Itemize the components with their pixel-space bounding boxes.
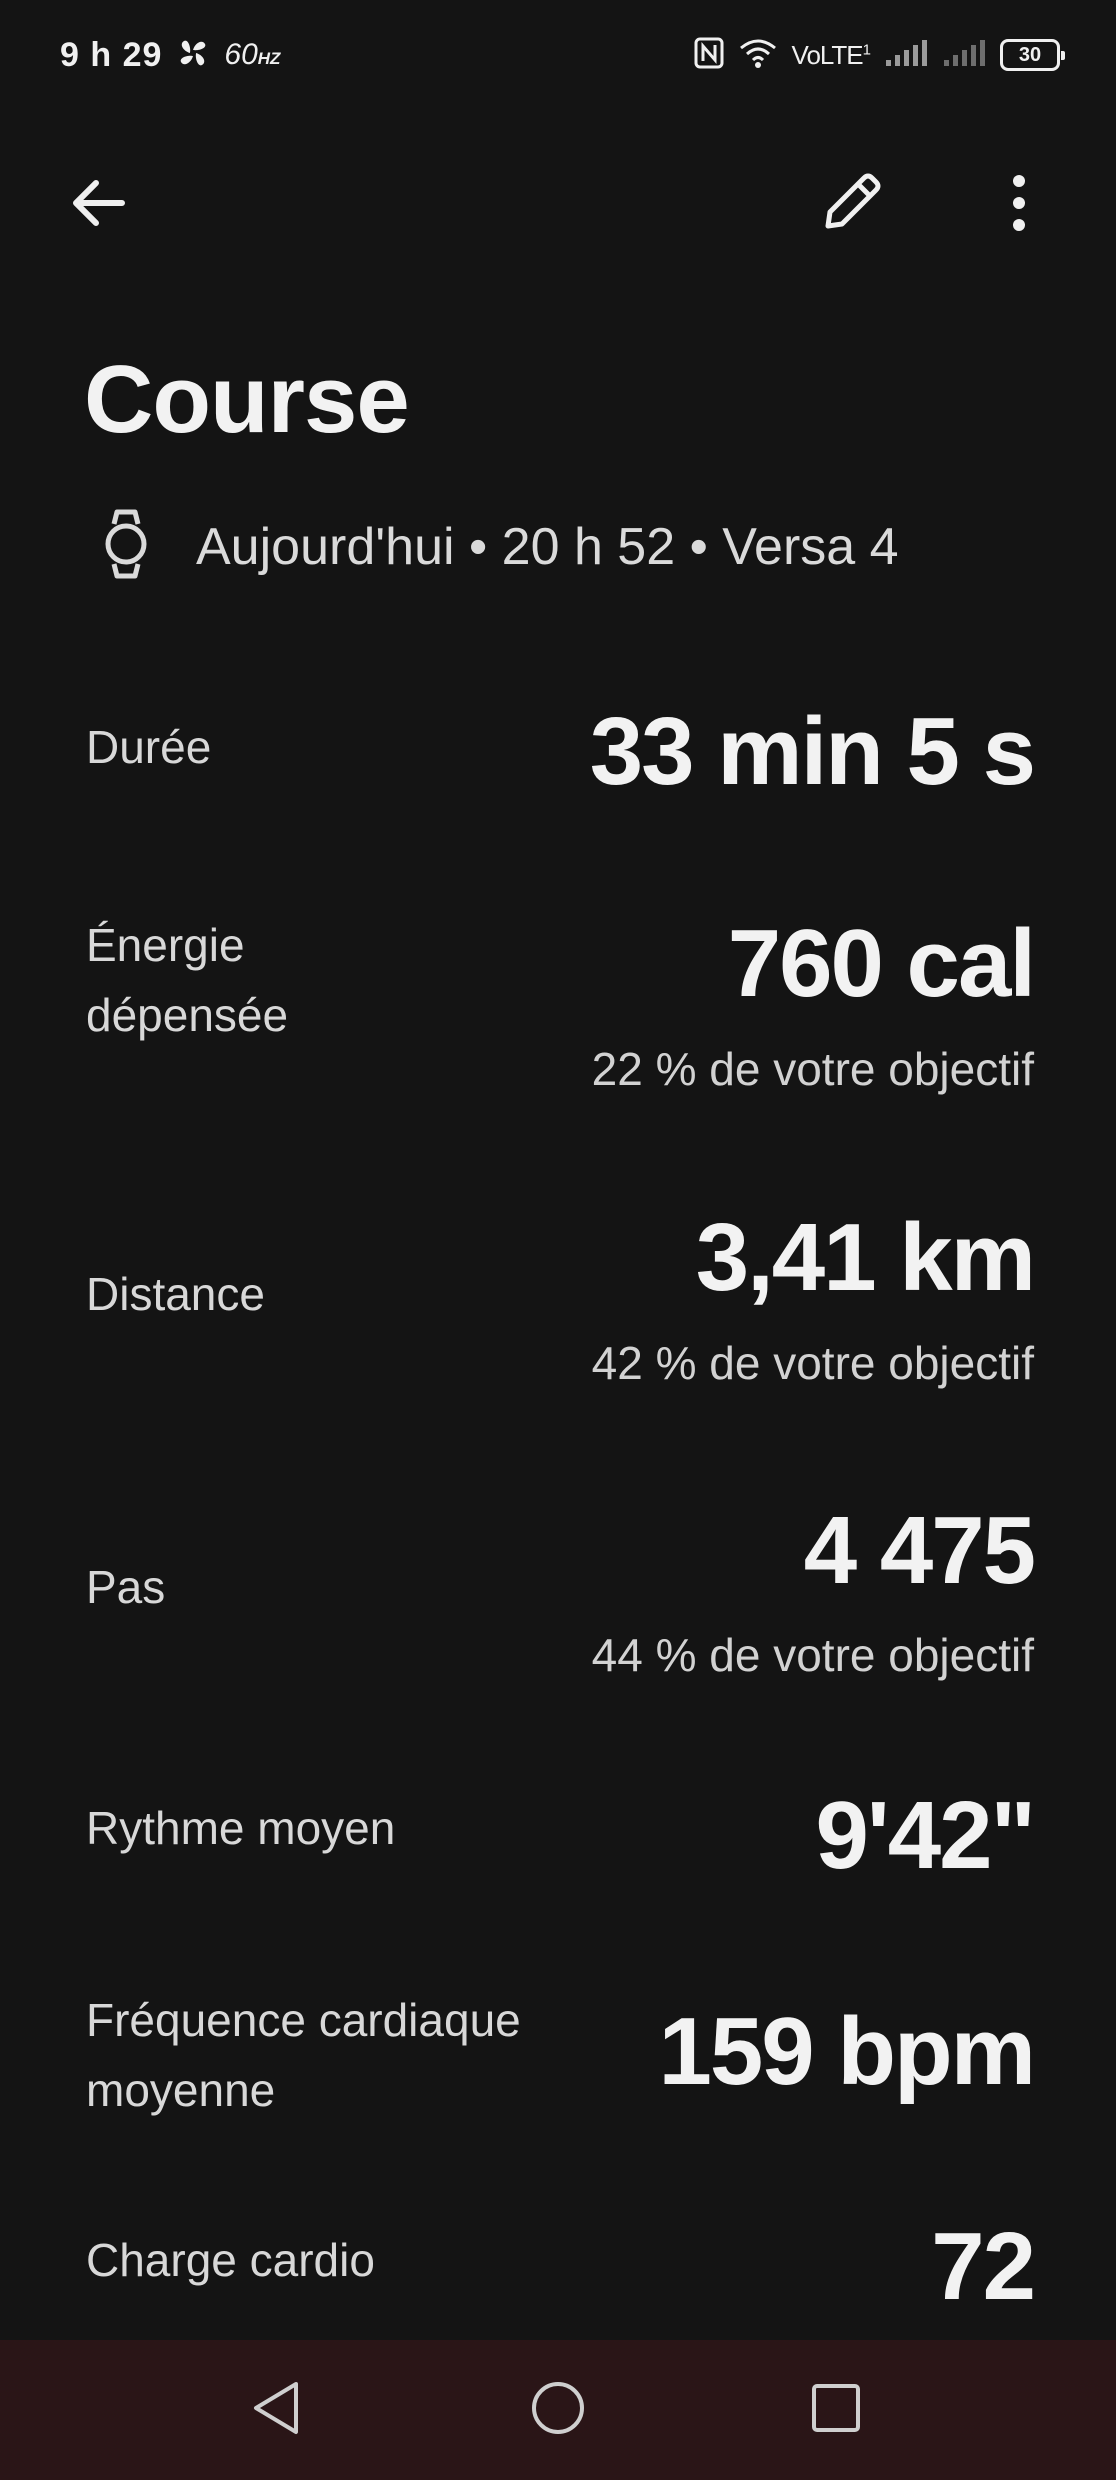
- metric-average-pace: Rythme moyen 9'42": [86, 1782, 1036, 1910]
- metric-value: 760 cal: [727, 910, 1036, 1017]
- arrow-left-icon: [66, 171, 130, 240]
- metric-value: 4 475: [803, 1497, 1036, 1604]
- nfc-icon: [694, 37, 724, 74]
- metric-energy: Énergie dépensée 760 cal 22 % de votre o…: [86, 910, 1036, 1110]
- metric-average-heart-rate: Fréquence cardiaque moyenne 159 bpm: [86, 1985, 1036, 2135]
- status-left: 9 h 29 60HZ: [60, 30, 280, 80]
- wifi-icon: [738, 36, 778, 75]
- metric-goal-progress: 22 % de votre objectif: [591, 1043, 1034, 1095]
- metric-cardio-load: Charge cardio 72: [86, 2219, 1036, 2335]
- triangle-back-icon: [248, 2378, 304, 2443]
- subtitle-row: Aujourd'hui • 20 h 52 • Versa 4: [96, 508, 899, 585]
- circle-home-icon: [528, 2378, 588, 2443]
- system-navigation-bar: [0, 2340, 1116, 2480]
- status-right: VoLTE1 30: [694, 30, 1065, 80]
- signal-icon-sim1: [884, 38, 928, 73]
- workout-subtitle: Aujourd'hui • 20 h 52 • Versa 4: [196, 517, 899, 576]
- metric-value: 9'42": [815, 1782, 1036, 1889]
- metric-duration: Durée 33 min 5 s: [86, 690, 1036, 810]
- metric-value: 3,41 km: [695, 1204, 1036, 1311]
- square-recents-icon: [808, 2380, 864, 2441]
- back-button[interactable]: [53, 160, 143, 250]
- app-bar: [0, 160, 1116, 260]
- more-options-button[interactable]: [974, 160, 1064, 250]
- nav-recents-button[interactable]: [796, 2370, 876, 2450]
- metric-value: 159 bpm: [658, 1998, 1036, 2105]
- nav-home-button[interactable]: [518, 2370, 598, 2450]
- metric-label: Durée: [86, 721, 212, 773]
- signal-icon-sim2: [942, 38, 986, 73]
- metric-label: Fréquence cardiaque moyenne: [86, 1994, 521, 2116]
- battery-icon: 30: [1000, 39, 1065, 71]
- refresh-rate: 60HZ: [224, 38, 281, 71]
- fan-icon: [176, 36, 210, 75]
- metric-label: Énergie dépensée: [86, 919, 289, 1041]
- page-title: Course: [84, 346, 410, 453]
- status-bar: 9 h 29 60HZ VoLTE1 30: [0, 0, 1116, 110]
- metric-value: 33 min 5 s: [589, 698, 1036, 805]
- metric-label: Distance: [86, 1268, 265, 1320]
- edit-button[interactable]: [806, 160, 896, 250]
- metric-goal-progress: 42 % de votre objectif: [591, 1337, 1034, 1389]
- watch-icon: [96, 508, 156, 585]
- volte-indicator: VoLTE1: [791, 39, 872, 70]
- pencil-icon: [816, 168, 886, 243]
- metric-value: 72: [931, 2213, 1036, 2320]
- status-time: 9 h 29: [60, 35, 163, 74]
- metric-distance: Distance 3,41 km 42 % de votre objectif: [86, 1200, 1036, 1400]
- metric-steps: Pas 4 475 44 % de votre objectif: [86, 1495, 1036, 1695]
- metric-goal-progress: 44 % de votre objectif: [591, 1629, 1034, 1681]
- metric-label: Charge cardio: [86, 2234, 375, 2286]
- metric-label: Pas: [86, 1561, 166, 1613]
- metric-label: Rythme moyen: [86, 1802, 396, 1854]
- more-vert-icon: [1009, 171, 1029, 240]
- nav-back-button[interactable]: [236, 2370, 316, 2450]
